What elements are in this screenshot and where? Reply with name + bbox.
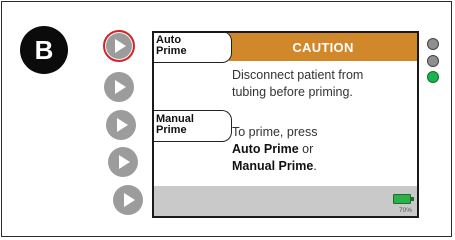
instruction-auto-prime: Auto Prime: [232, 142, 299, 156]
side-button-1[interactable]: [103, 30, 135, 62]
status-strip: 70%: [154, 186, 417, 216]
caution-header: CAUTION: [229, 33, 417, 61]
panel-label: B: [34, 34, 54, 65]
indicator-led-bottom: [427, 71, 439, 83]
manual-prime-label-line2: Prime: [156, 124, 187, 136]
battery-icon: [393, 194, 414, 204]
play-arrow-icon: [124, 193, 135, 207]
panel-label-badge: B: [20, 26, 68, 74]
indicator-led-top: [427, 38, 439, 50]
battery-level-label: 70%: [398, 207, 412, 214]
side-button-3[interactable]: [106, 110, 136, 140]
caution-title: CAUTION: [292, 39, 354, 55]
instruction-manual-prime: Manual Prime: [232, 159, 314, 173]
side-button-4[interactable]: [108, 147, 138, 177]
side-button-2[interactable]: [104, 72, 134, 102]
instruction-line2: Auto Prime or: [232, 141, 317, 158]
play-arrow-icon: [115, 39, 126, 53]
instruction-line3: Manual Prime.: [232, 158, 317, 175]
caution-message-line2: tubing before priming.: [232, 85, 353, 99]
instruction-or: or: [298, 142, 314, 156]
indicator-led-middle: [427, 55, 439, 67]
side-button-5[interactable]: [113, 185, 143, 215]
auto-prime-soft-key[interactable]: Auto Prime: [154, 33, 232, 63]
auto-prime-label-line2: Prime: [156, 45, 187, 57]
instruction-line1: To prime, press: [232, 125, 318, 139]
manual-prime-soft-key[interactable]: Manual Prime: [154, 110, 232, 142]
caution-message-line1: Disconnect patient from: [232, 68, 364, 82]
instruction-end: .: [313, 159, 317, 173]
play-arrow-icon: [115, 80, 126, 94]
prime-instructions: To prime, press Auto Prime or Manual Pri…: [232, 124, 317, 175]
play-arrow-icon: [117, 118, 128, 132]
caution-message: Disconnect patient from tubing before pr…: [232, 67, 363, 101]
device-screen: Auto Prime Manual Prime CAUTION Disconne…: [152, 31, 419, 218]
play-arrow-icon: [119, 155, 130, 169]
